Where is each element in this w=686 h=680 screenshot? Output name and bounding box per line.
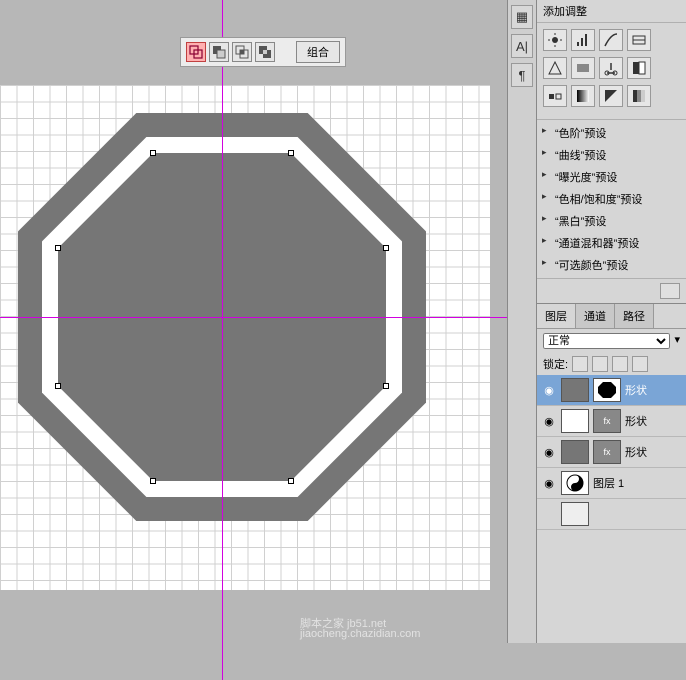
layer-thumbnail[interactable] [561, 378, 589, 402]
visibility-icon[interactable]: ◉ [541, 475, 557, 491]
path-anchor[interactable] [383, 245, 389, 251]
lock-row: 锁定: [537, 353, 686, 375]
guide-horizontal[interactable] [0, 317, 507, 318]
black-white-icon[interactable] [627, 57, 651, 79]
visibility-icon[interactable]: ◉ [541, 413, 557, 429]
layer-row[interactable]: ◉ fx 形状 [537, 437, 686, 468]
guide-vertical[interactable] [222, 0, 223, 680]
layer-name[interactable]: 图层 1 [593, 475, 682, 491]
path-anchor[interactable] [150, 150, 156, 156]
layer-fx-thumbnail[interactable]: fx [593, 440, 621, 464]
preset-black-white[interactable]: “黑白”预设 [537, 210, 686, 232]
visibility-icon[interactable]: ◉ [541, 382, 557, 398]
vibrance-icon[interactable] [543, 57, 567, 79]
blend-mode-select[interactable]: 正常 [543, 333, 670, 349]
path-exclude-button[interactable] [255, 42, 275, 62]
adjustments-footer [537, 278, 686, 303]
channel-mixer-icon[interactable] [571, 85, 595, 107]
combine-button[interactable]: 组合 [296, 41, 340, 63]
layer-list: ◉ 形状 ◉ fx 形状 ◉ fx 形状 ◉ 图层 1 [537, 375, 686, 643]
preset-hue-sat[interactable]: “色相/饱和度”预设 [537, 188, 686, 210]
preset-exposure[interactable]: “曝光度”预设 [537, 166, 686, 188]
layer-thumbnail[interactable] [561, 409, 589, 433]
character-icon[interactable]: A| [511, 34, 533, 58]
lock-all-icon[interactable] [632, 356, 648, 372]
layer-mask-thumbnail[interactable] [593, 378, 621, 402]
clip-to-layer-icon[interactable] [660, 283, 680, 299]
visibility-icon[interactable]: ◉ [541, 444, 557, 460]
visibility-icon[interactable] [541, 506, 557, 522]
lock-transparency-icon[interactable] [572, 356, 588, 372]
invert-icon[interactable] [599, 85, 623, 107]
path-operations-toolbar: 组合 [180, 37, 346, 67]
brightness-icon[interactable] [543, 29, 567, 51]
color-balance-icon[interactable] [599, 57, 623, 79]
tab-channels[interactable]: 通道 [576, 304, 615, 328]
posterize-icon[interactable] [627, 85, 651, 107]
layer-thumbnail[interactable] [561, 502, 589, 526]
layer-name[interactable]: 形状 [625, 413, 682, 429]
tab-layers[interactable]: 图层 [537, 304, 576, 328]
right-panels: 添加调整 “色阶”预设 “曲线”预设 “曝光度”预设 “色相/饱和度”预设 “黑… [537, 0, 686, 643]
layer-row[interactable] [537, 499, 686, 530]
layers-panel: 图层 通道 路径 正常 ▾ 锁定: ◉ 形状 ◉ [537, 303, 686, 643]
path-anchor[interactable] [55, 383, 61, 389]
layer-row[interactable]: ◉ 形状 [537, 375, 686, 406]
path-subtract-button[interactable] [209, 42, 229, 62]
preset-levels[interactable]: “色阶”预设 [537, 122, 686, 144]
preset-channel-mixer[interactable]: “通道混和器”预设 [537, 232, 686, 254]
tab-paths[interactable]: 路径 [615, 304, 654, 328]
levels-icon[interactable] [571, 29, 595, 51]
path-anchor[interactable] [150, 478, 156, 484]
adjustments-panel-title: 添加调整 [537, 0, 686, 23]
layer-thumbnail[interactable] [561, 440, 589, 464]
lock-pixels-icon[interactable] [592, 356, 608, 372]
path-anchor[interactable] [55, 245, 61, 251]
workspace: 组合 脚本之家 jb51.net jiaocheng.chazidian.com [0, 0, 507, 643]
blend-dropdown-icon: ▾ [674, 333, 680, 349]
path-overlap-button[interactable] [186, 42, 206, 62]
watermark-text: jiaocheng.chazidian.com [300, 628, 420, 640]
preset-curves[interactable]: “曲线”预设 [537, 144, 686, 166]
layer-row[interactable]: ◉ fx 形状 [537, 406, 686, 437]
blend-mode-row: 正常 ▾ [537, 329, 686, 353]
adjustment-presets-list: “色阶”预设 “曲线”预设 “曝光度”预设 “色相/饱和度”预设 “黑白”预设 … [537, 119, 686, 278]
curves-icon[interactable] [599, 29, 623, 51]
layer-name[interactable]: 形状 [625, 444, 682, 460]
layer-fx-thumbnail[interactable]: fx [593, 409, 621, 433]
collapsed-panels-strip: ▦ A| ¶ [507, 0, 537, 643]
layer-name[interactable]: 形状 [625, 382, 682, 398]
photo-filter-icon[interactable] [543, 85, 567, 107]
layer-thumbnail[interactable] [561, 471, 589, 495]
paragraph-icon[interactable]: ¶ [511, 63, 533, 87]
path-anchor[interactable] [383, 383, 389, 389]
lock-position-icon[interactable] [612, 356, 628, 372]
hue-sat-icon[interactable] [571, 57, 595, 79]
path-anchor[interactable] [288, 478, 294, 484]
layer-row[interactable]: ◉ 图层 1 [537, 468, 686, 499]
swatches-icon[interactable]: ▦ [511, 5, 533, 29]
exposure-icon[interactable] [627, 29, 651, 51]
adjustments-icon-grid [537, 23, 686, 119]
path-anchor[interactable] [288, 150, 294, 156]
lock-label: 锁定: [543, 356, 568, 372]
watermark-text: 脚本之家 jb51.net [300, 615, 386, 631]
canvas[interactable] [0, 85, 490, 590]
preset-selective-color[interactable]: “可选颜色”预设 [537, 254, 686, 276]
path-intersect-button[interactable] [232, 42, 252, 62]
layers-tabs: 图层 通道 路径 [537, 304, 686, 329]
